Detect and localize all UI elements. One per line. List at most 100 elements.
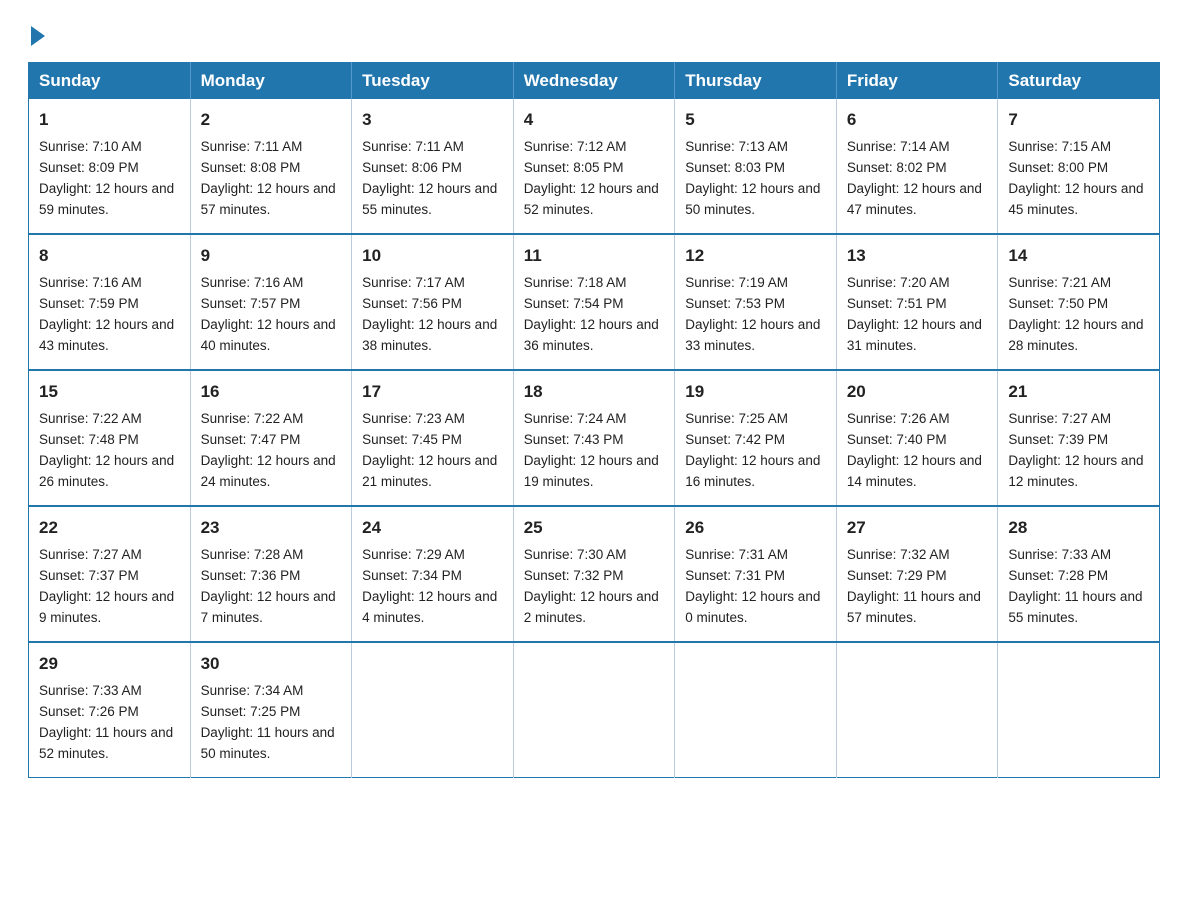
week-row-2: 8Sunrise: 7:16 AMSunset: 7:59 PMDaylight… (29, 234, 1160, 370)
sunrise-text: Sunrise: 7:17 AM (362, 273, 503, 294)
sunrise-text: Sunrise: 7:29 AM (362, 545, 503, 566)
sunrise-text: Sunrise: 7:15 AM (1008, 137, 1149, 158)
calendar-cell: 24Sunrise: 7:29 AMSunset: 7:34 PMDayligh… (352, 506, 514, 642)
calendar-cell: 29 Sunrise: 7:33 AMSunset: 7:26 PMDayligh… (29, 642, 191, 778)
logo-arrow-icon (31, 26, 45, 46)
logo-text (28, 24, 45, 46)
daylight-text: Daylight: 12 hours and 2 minutes. (524, 587, 665, 629)
sunrise-text: Sunrise: 7:14 AM (847, 137, 988, 158)
calendar-table: SundayMondayTuesdayWednesdayThursdayFrid… (28, 62, 1160, 778)
sunset-text: Sunset: 7:51 PM (847, 294, 988, 315)
sunrise-text: Sunrise: 7:16 AM (201, 273, 342, 294)
daylight-text: Daylight: 11 hours and 52 minutes. (39, 723, 180, 765)
calendar-cell: 17Sunrise: 7:23 AMSunset: 7:45 PMDayligh… (352, 370, 514, 506)
day-number: 27 (847, 515, 988, 541)
daylight-text: Daylight: 12 hours and 40 minutes. (201, 315, 342, 357)
day-number: 12 (685, 243, 826, 269)
daylight-text: Daylight: 12 hours and 55 minutes. (362, 179, 503, 221)
daylight-text: Daylight: 12 hours and 14 minutes. (847, 451, 988, 493)
daylight-text: Daylight: 12 hours and 45 minutes. (1008, 179, 1149, 221)
sunrise-text: Sunrise: 7:27 AM (1008, 409, 1149, 430)
day-number: 5 (685, 107, 826, 133)
daylight-text: Daylight: 12 hours and 26 minutes. (39, 451, 180, 493)
calendar-cell: 20 Sunrise: 7:26 AMSunset: 7:40 PMDayligh… (836, 370, 998, 506)
sunrise-text: Sunrise: 7:33 AM (39, 681, 180, 702)
day-number: 22 (39, 515, 180, 541)
calendar-cell: 5Sunrise: 7:13 AMSunset: 8:03 PMDaylight… (675, 99, 837, 234)
daylight-text: Daylight: 12 hours and 38 minutes. (362, 315, 503, 357)
sunset-text: Sunset: 7:37 PM (39, 566, 180, 587)
week-row-1: 1Sunrise: 7:10 AMSunset: 8:09 PMDaylight… (29, 99, 1160, 234)
day-number: 29 (39, 651, 180, 677)
daylight-text: Daylight: 12 hours and 9 minutes. (39, 587, 180, 629)
calendar-cell: 9Sunrise: 7:16 AMSunset: 7:57 PMDaylight… (190, 234, 352, 370)
daylight-text: Daylight: 12 hours and 33 minutes. (685, 315, 826, 357)
calendar-cell: 8Sunrise: 7:16 AMSunset: 7:59 PMDaylight… (29, 234, 191, 370)
sunset-text: Sunset: 7:42 PM (685, 430, 826, 451)
sunset-text: Sunset: 8:06 PM (362, 158, 503, 179)
day-number: 14 (1008, 243, 1149, 269)
day-number: 2 (201, 107, 342, 133)
sunset-text: Sunset: 7:36 PM (201, 566, 342, 587)
daylight-text: Daylight: 12 hours and 7 minutes. (201, 587, 342, 629)
sunset-text: Sunset: 7:43 PM (524, 430, 665, 451)
day-number: 8 (39, 243, 180, 269)
calendar-cell: 4Sunrise: 7:12 AMSunset: 8:05 PMDaylight… (513, 99, 675, 234)
sunrise-text: Sunrise: 7:18 AM (524, 273, 665, 294)
week-row-3: 15Sunrise: 7:22 AMSunset: 7:48 PMDayligh… (29, 370, 1160, 506)
daylight-text: Daylight: 12 hours and 12 minutes. (1008, 451, 1149, 493)
calendar-cell: 30Sunrise: 7:34 AMSunset: 7:25 PMDayligh… (190, 642, 352, 778)
sunrise-text: Sunrise: 7:30 AM (524, 545, 665, 566)
day-number: 20 (847, 379, 988, 405)
daylight-text: Daylight: 11 hours and 55 minutes. (1008, 587, 1149, 629)
sunrise-text: Sunrise: 7:11 AM (201, 137, 342, 158)
daylight-text: Daylight: 12 hours and 19 minutes. (524, 451, 665, 493)
header (28, 24, 1160, 46)
sunrise-text: Sunrise: 7:26 AM (847, 409, 988, 430)
day-number: 26 (685, 515, 826, 541)
calendar-cell: 21Sunrise: 7:27 AMSunset: 7:39 PMDayligh… (998, 370, 1160, 506)
day-number: 1 (39, 107, 180, 133)
day-number: 19 (685, 379, 826, 405)
calendar-cell: 26Sunrise: 7:31 AMSunset: 7:31 PMDayligh… (675, 506, 837, 642)
header-cell-friday: Friday (836, 63, 998, 100)
sunset-text: Sunset: 7:25 PM (201, 702, 342, 723)
sunrise-text: Sunrise: 7:20 AM (847, 273, 988, 294)
sunset-text: Sunset: 7:31 PM (685, 566, 826, 587)
daylight-text: Daylight: 12 hours and 21 minutes. (362, 451, 503, 493)
calendar-cell (675, 642, 837, 778)
header-cell-thursday: Thursday (675, 63, 837, 100)
calendar-cell (352, 642, 514, 778)
sunset-text: Sunset: 7:29 PM (847, 566, 988, 587)
week-row-5: 29Sunrise: 7:33 AMSunset: 7:26 PMDayligh… (29, 642, 1160, 778)
calendar-cell (513, 642, 675, 778)
calendar-cell: 16Sunrise: 7:22 AMSunset: 7:47 PMDayligh… (190, 370, 352, 506)
daylight-text: Daylight: 12 hours and 50 minutes. (685, 179, 826, 221)
sunset-text: Sunset: 8:03 PM (685, 158, 826, 179)
day-number: 10 (362, 243, 503, 269)
day-number: 4 (524, 107, 665, 133)
sunset-text: Sunset: 8:05 PM (524, 158, 665, 179)
daylight-text: Daylight: 11 hours and 50 minutes. (201, 723, 342, 765)
calendar-cell: 27Sunrise: 7:32 AMSunset: 7:29 PMDayligh… (836, 506, 998, 642)
day-number: 25 (524, 515, 665, 541)
sunset-text: Sunset: 7:40 PM (847, 430, 988, 451)
sunrise-text: Sunrise: 7:34 AM (201, 681, 342, 702)
sunrise-text: Sunrise: 7:16 AM (39, 273, 180, 294)
sunrise-text: Sunrise: 7:27 AM (39, 545, 180, 566)
sunrise-text: Sunrise: 7:21 AM (1008, 273, 1149, 294)
header-cell-tuesday: Tuesday (352, 63, 514, 100)
calendar-cell (998, 642, 1160, 778)
header-row: SundayMondayTuesdayWednesdayThursdayFrid… (29, 63, 1160, 100)
page: SundayMondayTuesdayWednesdayThursdayFrid… (0, 0, 1188, 802)
sunset-text: Sunset: 7:47 PM (201, 430, 342, 451)
sunset-text: Sunset: 7:26 PM (39, 702, 180, 723)
header-cell-wednesday: Wednesday (513, 63, 675, 100)
daylight-text: Daylight: 12 hours and 31 minutes. (847, 315, 988, 357)
day-number: 6 (847, 107, 988, 133)
calendar-cell: 14Sunrise: 7:21 AMSunset: 7:50 PMDayligh… (998, 234, 1160, 370)
sunset-text: Sunset: 7:45 PM (362, 430, 503, 451)
sunset-text: Sunset: 7:34 PM (362, 566, 503, 587)
daylight-text: Daylight: 12 hours and 0 minutes. (685, 587, 826, 629)
header-cell-sunday: Sunday (29, 63, 191, 100)
